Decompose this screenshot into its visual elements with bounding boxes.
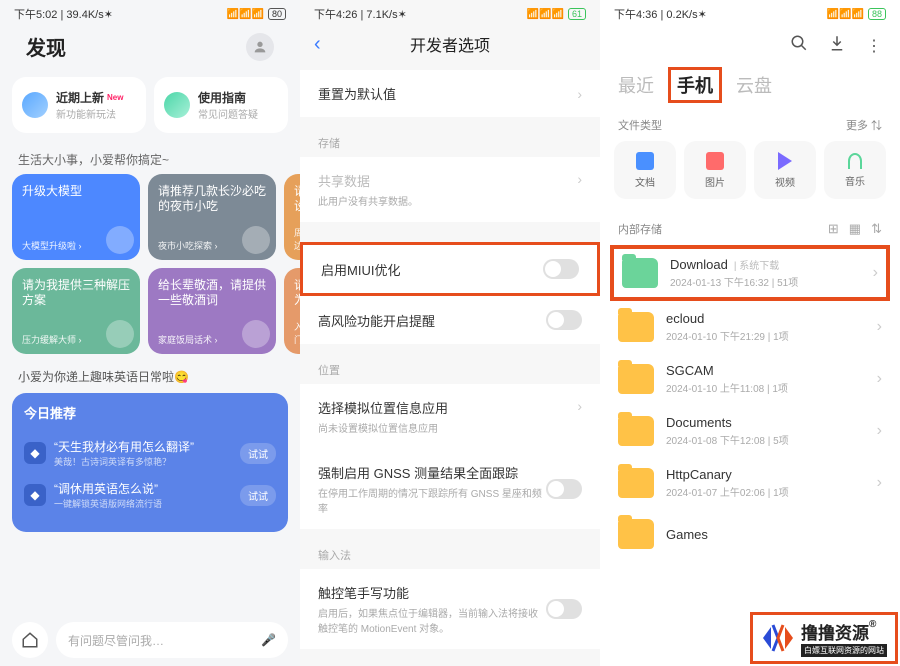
more-link[interactable]: 更多 ⇅ (846, 117, 882, 133)
status-bar: 下午4:36 | 0.2K/s✶ 📶📶📶 88 (600, 0, 900, 24)
row-stylus[interactable]: 触控笔手写功能启用后，如果焦点位于编辑器，当前输入法将接收触控笔的 Motion… (300, 569, 600, 649)
bookmark-icon: ◆ (24, 484, 46, 506)
card-new-features[interactable]: 近期上新New新功能新玩法 (12, 77, 146, 133)
suggest-card[interactable]: 请设…周边… (284, 174, 300, 260)
type-music[interactable]: 音乐 (824, 141, 886, 199)
try-button[interactable]: 试试 (240, 443, 276, 464)
english-tip: 小爱为你递上趣味英语日常啦😋 (0, 354, 300, 393)
group-label: 输入法 (300, 529, 600, 569)
folder-icon (618, 519, 654, 549)
recommend-item[interactable]: ◆ “调休用英语怎么说”一键解锁英语版网络流行语 试试 (24, 474, 276, 516)
new-folder-icon[interactable]: ⊞ (828, 221, 839, 237)
watermark: 撸撸资源®白嫖互联网资源的网站 (750, 612, 898, 664)
type-documents[interactable]: 文档 (614, 141, 676, 199)
suggest-card[interactable]: 升级大模型大模型升级啦 › (12, 174, 140, 260)
suggest-card[interactable]: 请推荐几款长沙必吃的夜市小吃夜市小吃探索 › (148, 174, 276, 260)
toggle-switch[interactable] (546, 599, 582, 619)
search-icon[interactable] (790, 34, 808, 57)
folder-row[interactable]: ecloud2024-01-10 下午21:29 | 1项› (600, 301, 900, 353)
folder-row[interactable]: Documents2024-01-08 下午12:08 | 5项› (600, 405, 900, 457)
bookmark-icon: ◆ (24, 442, 46, 464)
row-gnss[interactable]: 强制启用 GNSS 测量结果全面跟踪在停用工作周期的情况下跟踪所有 GNSS 星… (300, 449, 600, 529)
folder-row[interactable]: Download| 系统下载2024-01-13 下午16:32 | 51项 › (610, 245, 890, 301)
try-button[interactable]: 试试 (240, 485, 276, 506)
toggle-switch[interactable] (546, 479, 582, 499)
back-button[interactable]: ‹ (314, 33, 334, 56)
video-icon (778, 152, 792, 170)
logo-icon (761, 623, 795, 653)
type-images[interactable]: 图片 (684, 141, 746, 199)
guide-icon (164, 92, 190, 118)
avatar[interactable] (246, 33, 274, 61)
status-bar: 下午5:02 | 39.4K/s✶ 📶📶📶 80 (0, 0, 300, 24)
mic-icon[interactable]: 🎤 (261, 633, 276, 647)
filetype-label: 文件类型 (618, 117, 662, 133)
folder-row[interactable]: Games (600, 509, 900, 559)
tip-text: 生活大小事，小爱帮你搞定~ (0, 143, 300, 174)
suggest-card[interactable]: 给长辈敬酒，请提供一些敬酒词家庭饭局话术 › (148, 268, 276, 354)
folder-icon (618, 312, 654, 342)
folder-icon (622, 258, 658, 288)
grid-view-icon[interactable]: ▦ (849, 221, 861, 237)
group-label: 位置 (300, 344, 600, 384)
home-button[interactable] (12, 622, 48, 658)
tab-phone[interactable]: 手机 (668, 67, 722, 103)
image-icon (706, 152, 724, 170)
toggle-switch[interactable] (546, 310, 582, 330)
rocket-icon (22, 92, 48, 118)
chevron-right-icon: › (873, 264, 878, 282)
more-icon[interactable]: ⋮ (866, 36, 882, 56)
row-miui-optimization[interactable]: 启用MIUI优化 (300, 242, 600, 296)
document-icon (636, 152, 654, 170)
folder-icon (618, 416, 654, 446)
chevron-right-icon: › (577, 86, 582, 102)
row-share-data[interactable]: 共享数据此用户没有共享数据。› (300, 157, 600, 222)
row-risk-warning[interactable]: 高风险功能开启提醒 (300, 296, 600, 344)
type-videos[interactable]: 视频 (754, 141, 816, 199)
status-bar: 下午4:26 | 7.1K/s✶ 📶📶📶 61 (300, 0, 600, 24)
chevron-right-icon: › (577, 171, 582, 208)
group-label: 存储 (300, 117, 600, 157)
search-input[interactable]: 有问题尽管问我…🎤 (56, 622, 288, 658)
row-mock-location[interactable]: 选择模拟位置信息应用尚未设置模拟位置信息应用› (300, 384, 600, 449)
storage-label: 内部存储 (618, 221, 662, 237)
sort-icon[interactable]: ⇅ (871, 221, 882, 237)
tab-cloud[interactable]: 云盘 (736, 72, 772, 98)
folder-icon (618, 468, 654, 498)
tab-recent[interactable]: 最近 (618, 72, 654, 98)
toggle-switch[interactable] (543, 259, 579, 279)
suggest-card[interactable]: 请为…入门… (284, 268, 300, 354)
page-title: 发现 (26, 32, 66, 61)
folder-icon (618, 364, 654, 394)
recommend-item[interactable]: ◆ “天生我材必有用怎么翻译”美哉！古诗词英译有多惊艳？ 试试 (24, 432, 276, 474)
recommend-panel: 今日推荐 ◆ “天生我材必有用怎么翻译”美哉！古诗词英译有多惊艳？ 试试 ◆ “… (12, 393, 288, 532)
card-guide[interactable]: 使用指南常见问题答疑 (154, 77, 288, 133)
folder-row[interactable]: HttpCanary2024-01-07 上午02:06 | 1项› (600, 457, 900, 509)
row-reset[interactable]: 重置为默认值› (300, 70, 600, 117)
folder-row[interactable]: SGCAM2024-01-10 上午11:08 | 1项› (600, 353, 900, 405)
download-icon[interactable] (828, 34, 846, 57)
suggest-card[interactable]: 请为我提供三种解压方案压力缓解大师 › (12, 268, 140, 354)
page-title: 开发者选项 (334, 32, 586, 56)
music-icon (848, 153, 862, 169)
